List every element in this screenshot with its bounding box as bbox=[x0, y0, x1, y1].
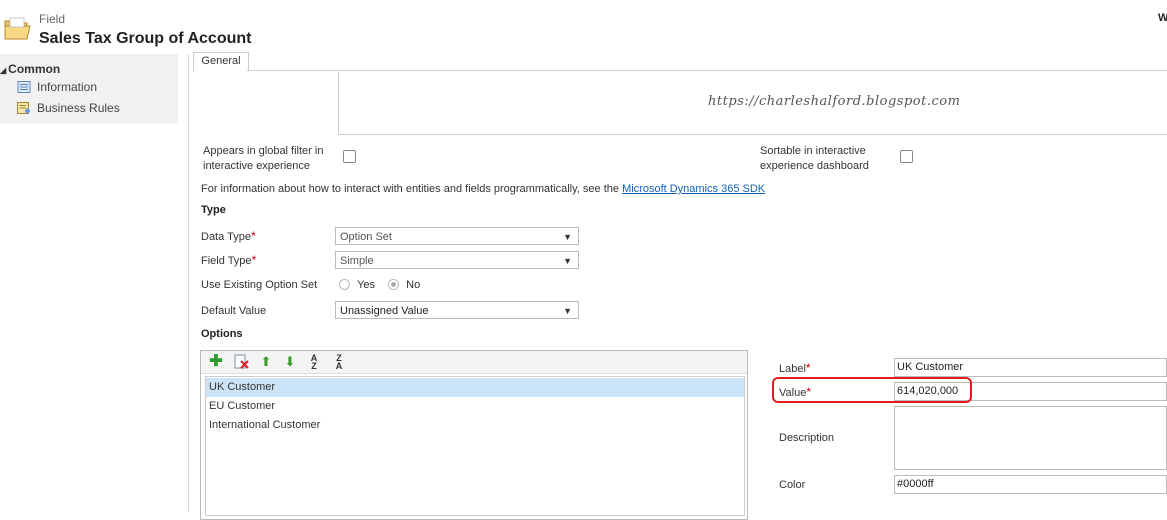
use-existing-label: Use Existing Option Set bbox=[201, 279, 318, 291]
data-type-label-text: Data Type bbox=[201, 231, 251, 243]
data-type-select[interactable]: Option Set ▼ bbox=[335, 227, 579, 245]
tab-general[interactable]: General bbox=[193, 52, 249, 72]
sortable-label-line2: experience dashboard bbox=[760, 160, 869, 172]
required-marker: * bbox=[805, 361, 811, 375]
watermark-text: https://charleshalford.blogspot.com bbox=[708, 94, 961, 109]
dropdown-arrow-icon: ▼ bbox=[563, 256, 572, 266]
info-line: For information about how to interact wi… bbox=[201, 182, 765, 197]
list-item[interactable]: UK Customer bbox=[206, 378, 744, 397]
info-text: For information about how to interact wi… bbox=[201, 183, 623, 195]
nav-item-information[interactable]: Information bbox=[17, 80, 97, 94]
required-marker: * bbox=[250, 229, 256, 243]
option-description-label: Description bbox=[779, 432, 835, 444]
pane-divider bbox=[188, 54, 189, 512]
value-highlight-annotation bbox=[772, 377, 972, 403]
entity-type-label: Field bbox=[39, 12, 66, 26]
global-filter-label-line2: interactive experience bbox=[203, 160, 311, 172]
sortable-label-line1: Sortable in interactive bbox=[760, 145, 866, 157]
required-marker: * bbox=[251, 253, 257, 267]
dropdown-arrow-icon: ▼ bbox=[563, 232, 572, 242]
options-list: UK Customer EU Customer International Cu… bbox=[205, 376, 745, 516]
default-value-label: Default Value bbox=[201, 305, 267, 317]
nav-item-business-rules[interactable]: Business Rules bbox=[17, 101, 120, 115]
global-filter-label-line1: Appears in global filter in bbox=[203, 145, 324, 157]
sortable-label: Sortable in interactive experience dashb… bbox=[760, 144, 869, 174]
radio-yes-label: Yes bbox=[357, 279, 376, 291]
sort-za-icon[interactable]: ZA bbox=[331, 354, 347, 371]
global-filter-checkbox[interactable] bbox=[343, 150, 356, 163]
radio-no-label: No bbox=[406, 279, 421, 291]
option-color-input[interactable]: #0000ff bbox=[894, 475, 1167, 494]
radio-yes[interactable] bbox=[339, 279, 350, 290]
delete-icon[interactable] bbox=[233, 354, 249, 370]
option-label-label: Label* bbox=[779, 361, 811, 377]
type-heading: Type bbox=[201, 204, 226, 216]
option-label-label-text: Label bbox=[779, 363, 806, 375]
information-icon bbox=[17, 81, 31, 93]
use-existing-radio-group: Yes No bbox=[339, 278, 420, 293]
dropdown-arrow-icon: ▼ bbox=[563, 306, 572, 316]
corner-text: W bbox=[1158, 12, 1167, 24]
option-color-label: Color bbox=[779, 479, 806, 491]
field-type-value: Simple bbox=[340, 255, 374, 267]
nav-group-label: Common bbox=[8, 62, 61, 76]
field-type-select[interactable]: Simple ▼ bbox=[335, 251, 579, 269]
default-value-value: Unassigned Value bbox=[340, 305, 429, 317]
global-filter-label: Appears in global filter in interactive … bbox=[203, 144, 323, 174]
tab-underline bbox=[247, 70, 1167, 71]
data-type-value: Option Set bbox=[340, 231, 392, 243]
data-type-label: Data Type* bbox=[201, 229, 256, 245]
nav-item-label: Business Rules bbox=[37, 101, 120, 115]
move-up-icon[interactable]: ⬆ bbox=[258, 354, 274, 370]
list-item[interactable]: International Customer bbox=[206, 416, 744, 435]
business-rules-icon bbox=[17, 102, 31, 114]
field-type-label: Field Type* bbox=[201, 253, 256, 269]
sortable-checkbox[interactable] bbox=[900, 150, 913, 163]
default-value-select[interactable]: Unassigned Value ▼ bbox=[335, 301, 579, 319]
radio-no[interactable] bbox=[388, 279, 400, 290]
sort-az-icon[interactable]: AZ bbox=[306, 354, 322, 371]
nav-item-label: Information bbox=[37, 80, 98, 94]
option-label-input[interactable]: UK Customer bbox=[894, 358, 1167, 377]
folder-icon bbox=[4, 16, 32, 40]
page-title: Sales Tax Group of Account bbox=[39, 30, 252, 47]
sdk-link[interactable]: Microsoft Dynamics 365 SDK bbox=[622, 183, 765, 195]
move-down-icon[interactable]: ⬇ bbox=[282, 354, 298, 370]
add-icon[interactable]: ✚ bbox=[208, 354, 224, 370]
option-description-input[interactable] bbox=[894, 406, 1167, 470]
options-toolbar: ✚ ⬆ ⬇ AZ ZA bbox=[201, 351, 747, 374]
field-type-label-text: Field Type bbox=[201, 255, 252, 267]
options-heading: Options bbox=[201, 328, 243, 340]
nav-group-common[interactable]: ◢ Common bbox=[0, 62, 60, 76]
list-item[interactable]: EU Customer bbox=[206, 397, 744, 416]
collapse-triangle-icon: ◢ bbox=[0, 66, 7, 75]
